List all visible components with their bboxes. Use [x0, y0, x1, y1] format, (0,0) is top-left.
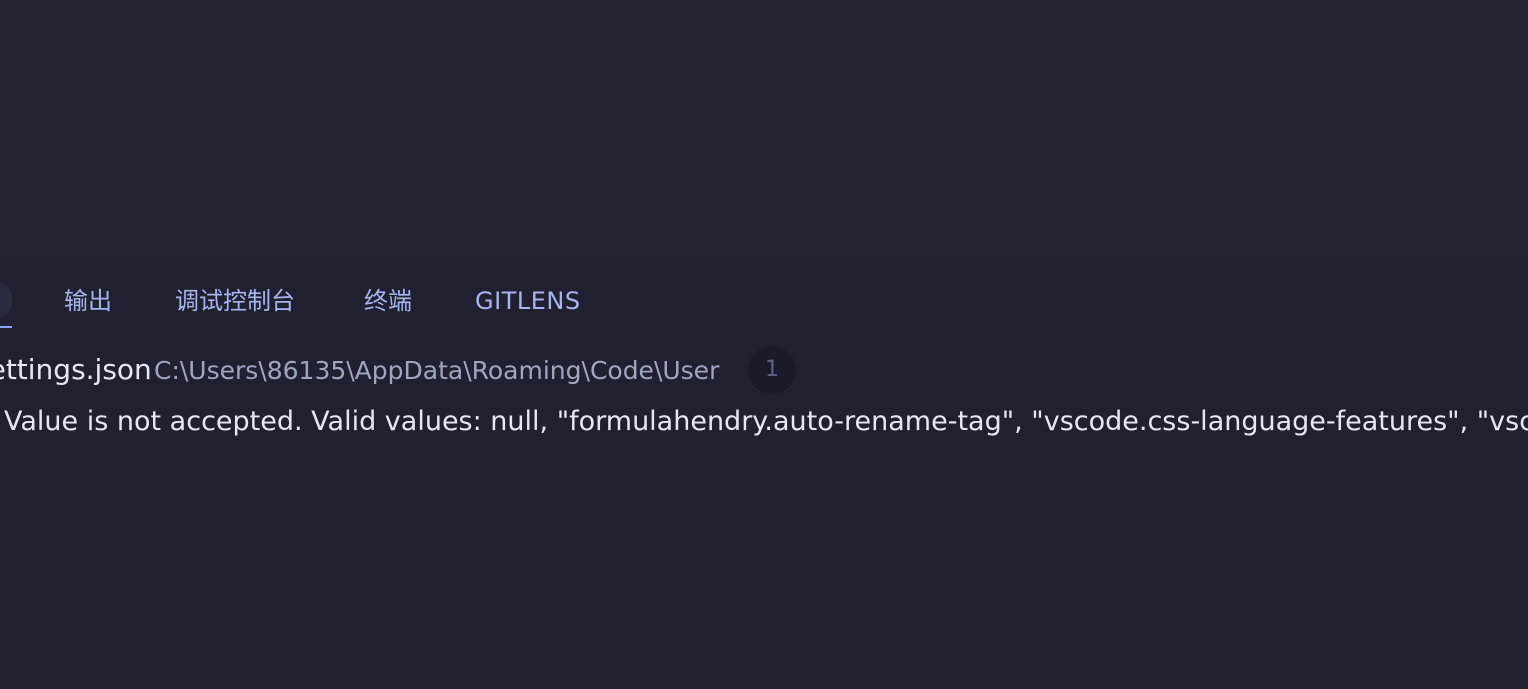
problem-message: Value is not accepted. Valid values: nul…	[4, 406, 1528, 437]
tab-output[interactable]: 输出	[64, 284, 112, 318]
tab-problems-active-indicator	[0, 326, 12, 328]
problem-file-path: C:\Users\86135\AppData\Roaming\Code\User	[154, 356, 720, 385]
problem-item[interactable]: Value is not accepted. Valid values: nul…	[0, 402, 1528, 442]
editor-area	[0, 0, 1528, 256]
panel-tabs: 输出 调试控制台 终端 GITLENS	[0, 256, 1528, 332]
tab-terminal[interactable]: 终端	[364, 284, 412, 318]
tab-problems-count-badge[interactable]	[0, 282, 12, 318]
problem-count-badge: 1	[748, 346, 796, 394]
problem-file-name: settings.json	[0, 353, 152, 386]
bottom-panel: 输出 调试控制台 终端 GITLENS settings.json C:\Use…	[0, 256, 1528, 689]
tab-debug-console[interactable]: 调试控制台	[175, 284, 295, 318]
problem-file-row[interactable]: settings.json C:\Users\86135\AppData\Roa…	[0, 346, 1528, 394]
tab-gitlens[interactable]: GITLENS	[475, 284, 581, 318]
